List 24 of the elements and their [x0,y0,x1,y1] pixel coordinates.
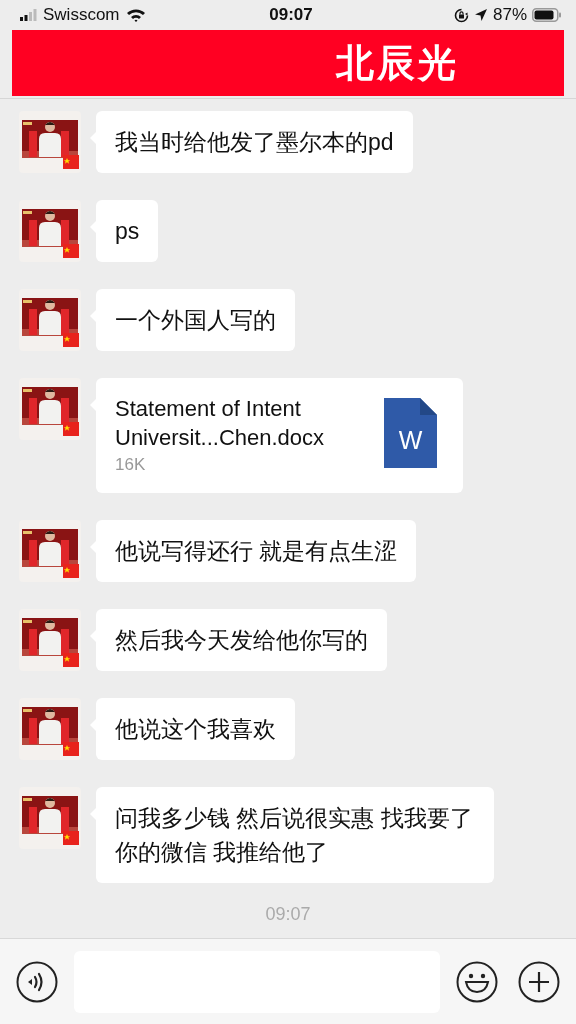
signal-icon [20,9,37,21]
file-size: 16K [115,454,147,476]
voice-input-icon[interactable] [16,960,58,1003]
message-text: 他说写得还行 就是有点生涩 [115,538,398,564]
file-type-letter: W [397,425,424,455]
chat-title: 北辰光 [336,40,459,86]
location-arrow-icon [474,8,488,22]
rotation-lock-icon [454,7,469,23]
carrier-name: Swisscom [43,5,120,25]
file-name: Statement of Intent Universit...Chen.docx [115,395,326,452]
add-icon[interactable] [518,960,560,1003]
message-text: 我当时给他发了墨尔本的pd [115,129,394,155]
wifi-icon [125,8,146,22]
clock-time: 09:07 [269,5,313,25]
message-text: 然后我今天发给他你写的 [115,627,368,653]
message-text: 问我多少钱 然后说很实惠 找我要了你的微信 我推给他了 [115,805,473,865]
emoji-icon[interactable] [456,960,498,1003]
message-timestamp: 09:07 [264,904,312,925]
battery-icon [532,8,562,22]
message-text: 一个外国人写的 [115,307,276,333]
word-document-icon [384,398,437,468]
message-text: 他说这个我喜欢 [115,716,276,742]
message-text: ps [115,218,140,244]
battery-percentage: 87% [493,5,527,25]
